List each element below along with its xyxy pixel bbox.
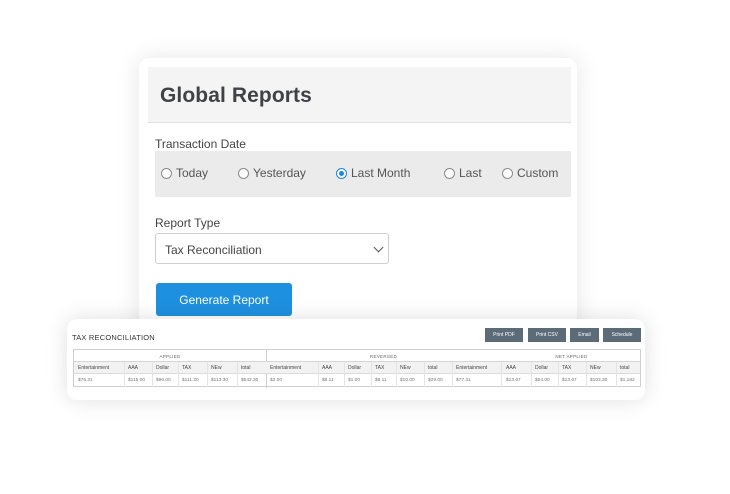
radio-last-month-label: Last Month <box>351 166 411 180</box>
radio-custom-label: Custom <box>517 166 559 180</box>
table-cell: $8.11 <box>375 378 387 383</box>
radio-last-label: Last <box>459 166 482 180</box>
table-cell: $10.00 <box>400 378 415 383</box>
table-cell: $29.00 <box>428 378 443 383</box>
col-header: NEw <box>590 365 601 371</box>
col-header: Entertainment <box>78 365 110 371</box>
schedule-button[interactable]: Schedule <box>603 328 641 342</box>
table-cell: $1,182 <box>620 378 635 383</box>
col-header: Entertainment <box>456 365 488 371</box>
table-row: $76.31 $115.00 $96.00 $111.30 $113.30 $5… <box>74 374 640 387</box>
radio-today-circle[interactable] <box>161 167 172 179</box>
col-header: NEw <box>211 365 222 371</box>
table-cell: $76.31 <box>78 378 93 383</box>
transaction-date-label: Transaction Date <box>155 137 246 151</box>
column-header-row: Entertainment AAA Dollar TAX NEw total E… <box>74 362 640 374</box>
col-header: total <box>241 365 251 371</box>
radio-last-month-circle[interactable] <box>336 167 347 179</box>
radio-yesterday-label: Yesterday <box>253 166 306 180</box>
col-header: NEw <box>400 365 411 371</box>
radio-yesterday[interactable]: Yesterday <box>238 166 306 180</box>
col-header: Dollar <box>535 365 549 371</box>
table-cell: $13.67 <box>506 378 521 383</box>
table-cell: $115.00 <box>128 378 145 383</box>
table-cell: $1.00 <box>348 378 361 383</box>
group-net-applied: NET APPLIED <box>555 353 588 359</box>
generate-report-button[interactable]: Generate Report <box>156 283 292 316</box>
radio-today[interactable]: Today <box>161 166 208 180</box>
table-cell: $2.00 <box>270 378 283 383</box>
col-header: TAX <box>562 365 572 371</box>
group-header-row: APPLIED REVERSED NET APPLIED <box>74 350 640 362</box>
table-cell: $113.30 <box>211 378 228 383</box>
table-cell: $103.30 <box>590 378 608 383</box>
report-type-value: Tax Reconciliation <box>165 243 262 257</box>
table-cell: $111.30 <box>182 378 199 383</box>
col-header: total <box>428 365 438 371</box>
col-header: AAA <box>128 365 139 371</box>
table-cell: $8.11 <box>322 378 334 383</box>
chevron-down-icon <box>373 242 384 253</box>
group-applied: APPLIED <box>159 353 181 359</box>
report-title: TAX RECONCILIATION <box>72 333 155 342</box>
col-header: AAA <box>322 365 333 371</box>
report-type-label: Report Type <box>155 216 221 230</box>
col-header: Dollar <box>156 365 170 371</box>
col-header: AAA <box>506 365 517 371</box>
global-reports-panel: Global Reports Transaction Date Today Ye… <box>139 58 577 358</box>
radio-custom-circle[interactable] <box>502 167 513 179</box>
radio-last-month[interactable]: Last Month <box>336 166 410 180</box>
tax-reconciliation-report: TAX RECONCILIATION Print PDF Print CSV E… <box>67 319 645 400</box>
col-header: TAX <box>182 365 192 371</box>
table-cell: $13.67 <box>562 378 577 383</box>
table-cell: $542.30 <box>241 378 259 383</box>
radio-custom[interactable]: Custom <box>502 166 558 180</box>
table-cell: $77.31 <box>456 378 471 383</box>
radio-last[interactable]: Last <box>444 166 482 180</box>
page-title: Global Reports <box>160 84 312 107</box>
report-type-select[interactable]: Tax Reconciliation <box>155 233 389 264</box>
col-header: total <box>620 365 630 371</box>
print-csv-button[interactable]: Print CSV <box>528 328 566 342</box>
radio-yesterday-circle[interactable] <box>238 167 249 179</box>
radio-today-label: Today <box>176 166 209 180</box>
email-button[interactable]: Email <box>570 328 599 342</box>
table-cell: $96.00 <box>156 378 171 383</box>
group-reversed: REVERSED <box>369 353 398 359</box>
col-header: Entertainment <box>270 365 302 371</box>
panel-header: Global Reports <box>148 67 571 123</box>
table-cell: $54.00 <box>535 378 550 383</box>
col-header: TAX <box>375 365 385 371</box>
print-pdf-button[interactable]: Print PDF <box>485 328 523 342</box>
transaction-date-options: Today Yesterday Last Month Last Custom <box>155 151 571 197</box>
report-table: APPLIED REVERSED NET APPLIED Entertainme… <box>73 349 641 388</box>
col-header: Dollar <box>348 365 362 371</box>
radio-last-circle[interactable] <box>444 167 455 179</box>
